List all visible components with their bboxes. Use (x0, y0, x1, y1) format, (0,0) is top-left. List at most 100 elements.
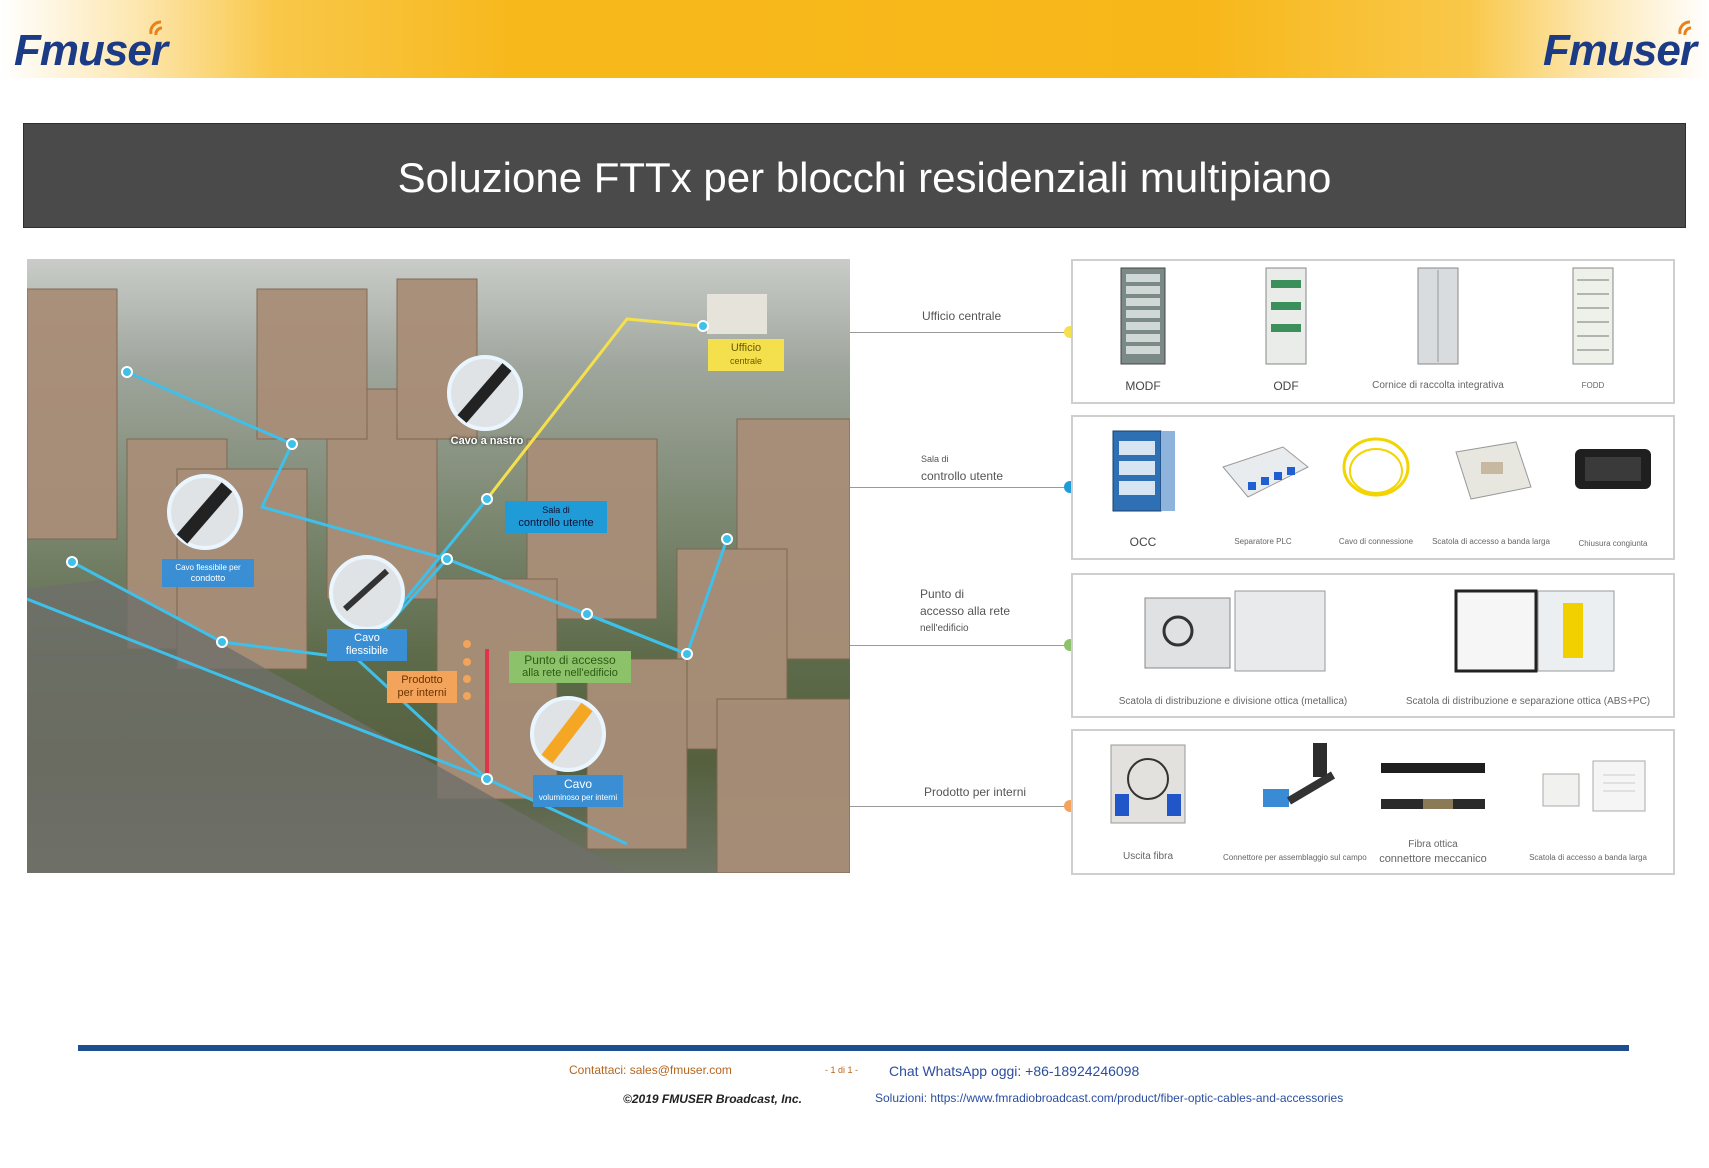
label-cavo-nastro: Cavo a nastro (450, 435, 524, 447)
label-sala: Sala di controllo utente (505, 501, 607, 533)
row-label-punto-3: nell'edificio (920, 623, 969, 634)
row-label-sala: Sala di controllo utente (921, 451, 1003, 485)
row-label-sala-1: Sala di (921, 454, 949, 464)
signal-waves-icon (149, 20, 163, 36)
product-uscita-label: Uscita fibra (1122, 851, 1173, 862)
product-cavo-connessione: Cavo di connessione (1331, 427, 1421, 555)
product-box-interni: Uscita fibra Connettore per assemblaggio… (1071, 729, 1675, 875)
row-label-punto: Punto di accesso alla rete nell'edificio (920, 586, 1010, 637)
label-prodotto-1: Prodotto (401, 674, 443, 686)
fmuser-logo-left: Fmuser (14, 20, 168, 76)
footer-solutions: Soluzioni: https://www.fmradiobroadcast.… (875, 1091, 1343, 1105)
product-box-sala: OCC Separatore PLC Cavo di connessione S… (1071, 415, 1675, 560)
product-cavo-label: Cavo di connessione (1338, 537, 1414, 546)
product-chiusura-label: Chiusura congiunta (1578, 539, 1648, 548)
row-label-sala-2: controllo utente (921, 469, 1004, 483)
label-ufficio: Ufficio centrale (708, 339, 784, 371)
cabinet-icon (1112, 430, 1175, 512)
label-cavo-voluminoso: Cavo voluminoso per interni (533, 775, 623, 807)
footer-whatsapp[interactable]: Chat WhatsApp oggi: +86-18924246098 (889, 1063, 1139, 1079)
access-box-icon (1455, 441, 1532, 500)
product-fodd-label: FODD (1581, 381, 1605, 390)
product-cornice-label: Cornice di raccolta integrativa (1372, 380, 1504, 391)
product-scatola-abs: Scatola di distribuzione e separazione o… (1393, 583, 1663, 711)
product-odf: ODF (1236, 266, 1336, 394)
product-fibra-ottica-label: Fibra ottica (1408, 839, 1458, 850)
patch-cord-icon (1342, 437, 1410, 497)
product-box-punto: Scatola di distribuzione e divisione ott… (1071, 573, 1675, 718)
cabinet-icon (1265, 267, 1307, 365)
cabinet-icon (1417, 267, 1459, 365)
label-punto-accesso: Punto di accesso alla rete nell'edificio (509, 651, 631, 683)
label-sala-1: Sala di (542, 505, 570, 515)
product-box-ufficio: MODF ODF Cornice di raccolta integrativa… (1071, 259, 1675, 404)
connector-line (850, 806, 1070, 807)
connector-line (850, 645, 1070, 646)
title-bar: Soluzione FTTx per blocchi residenziali … (23, 123, 1686, 228)
footer-copyright: ©2019 FMUSER Broadcast, Inc. (623, 1092, 802, 1106)
product-connettore-campo: Connettore per assemblaggio sul campo (1223, 739, 1367, 867)
distribution-box-icon (1144, 590, 1326, 672)
fmuser-logo-right: Fmuser (1543, 20, 1697, 76)
product-fodd: FODD (1543, 266, 1643, 394)
footer-solutions-link[interactable]: https://www.fmradiobroadcast.com/product… (930, 1091, 1343, 1105)
label-cavo-flessibile: Cavo flessibile (327, 629, 407, 661)
product-cornice: Cornice di raccolta integrativa (1363, 266, 1513, 394)
product-scatola-abs-label: Scatola di distribuzione e separazione o… (1405, 696, 1651, 707)
product-connettore-meccanico: Fibra ottica connettore meccanico (1363, 739, 1503, 867)
access-box-icon (1542, 760, 1646, 812)
footer-contact[interactable]: Contattaci: sales@fmuser.com (569, 1063, 732, 1077)
signal-waves-icon (1678, 20, 1692, 36)
cabinet-icon (1120, 267, 1166, 365)
closure-icon (1575, 449, 1651, 489)
row-label-punto-2: accesso alla rete (920, 604, 1011, 618)
product-scatola-metallica-label: Scatola di distribuzione e divisione ott… (1118, 696, 1348, 707)
product-scatola-metallica: Scatola di distribuzione e divisione ott… (1093, 583, 1373, 711)
cabinet-icon (1572, 267, 1614, 365)
product-connettore-label: Connettore per assemblaggio sul campo (1223, 853, 1367, 862)
row-label-interni-text: Prodotto per interni (924, 785, 1027, 799)
label-cavo-vol-1: Cavo (563, 777, 592, 791)
header-banner (0, 0, 1709, 78)
product-modf-label: MODF (1125, 379, 1161, 393)
product-meccanico-label: connettore meccanico (1379, 853, 1487, 865)
label-cavo-vol-2: voluminoso per interni (538, 793, 618, 802)
fiber-outlet-icon (1110, 744, 1186, 824)
connector-line (850, 487, 1070, 488)
product-scatola-banda-larga: Scatola di accesso a banda larga (1431, 427, 1551, 555)
product-scatola-interni-label: Scatola di accesso a banda larga (1529, 853, 1647, 862)
row-label-interni: Prodotto per interni (924, 784, 1026, 802)
row-label-punto-1: Punto di (920, 587, 965, 601)
product-occ: OCC (1093, 427, 1193, 555)
product-separatore-plc: Separatore PLC (1208, 427, 1318, 555)
footer-page-number: - 1 di 1 - (825, 1065, 859, 1075)
logo-text-right: Fmuser (1543, 26, 1697, 75)
footer-divider (78, 1045, 1629, 1051)
page-title: Soluzione FTTx per blocchi residenziali … (397, 154, 1332, 201)
label-prodotto: Prodotto per interni (387, 671, 457, 703)
label-punto-2: alla rete nell'edificio (522, 667, 618, 679)
label-cavo-condotto-2: condotto (190, 573, 226, 583)
label-prodotto-2: per interni (397, 687, 447, 699)
label-punto-1: Punto di accesso (524, 653, 616, 667)
product-uscita-fibra: Uscita fibra (1093, 739, 1203, 867)
logo-text-left: Fmuser (14, 26, 168, 75)
row-label-ufficio: Ufficio centrale (922, 308, 1001, 326)
field-connector-icon (1263, 743, 1336, 807)
product-separatore-label: Separatore PLC (1234, 537, 1292, 546)
product-chiusura-congiunta: Chiusura congiunta (1563, 427, 1663, 555)
label-sala-2: controllo utente (518, 517, 594, 529)
product-occ-label: OCC (1129, 535, 1157, 549)
footer-solutions-label: Soluzioni: (875, 1091, 928, 1105)
product-odf-label: ODF (1273, 379, 1299, 393)
product-modf: MODF (1093, 266, 1193, 394)
aerial-photo: Cavo a nastro Ufficio centrale Sala di c… (27, 259, 850, 873)
label-ufficio-2: centrale (729, 356, 763, 366)
label-ufficio-1: Ufficio (730, 342, 762, 354)
connector-line (850, 332, 1070, 333)
label-cavo-condotto: Cavo flessibile per condotto (162, 559, 254, 587)
distribution-box-icon (1454, 589, 1615, 673)
splitter-icon (1222, 446, 1309, 498)
product-scatola-banda-larga-interni: Scatola di accesso a banda larga (1513, 739, 1663, 867)
row-label-ufficio-text: Ufficio centrale (922, 309, 1002, 323)
